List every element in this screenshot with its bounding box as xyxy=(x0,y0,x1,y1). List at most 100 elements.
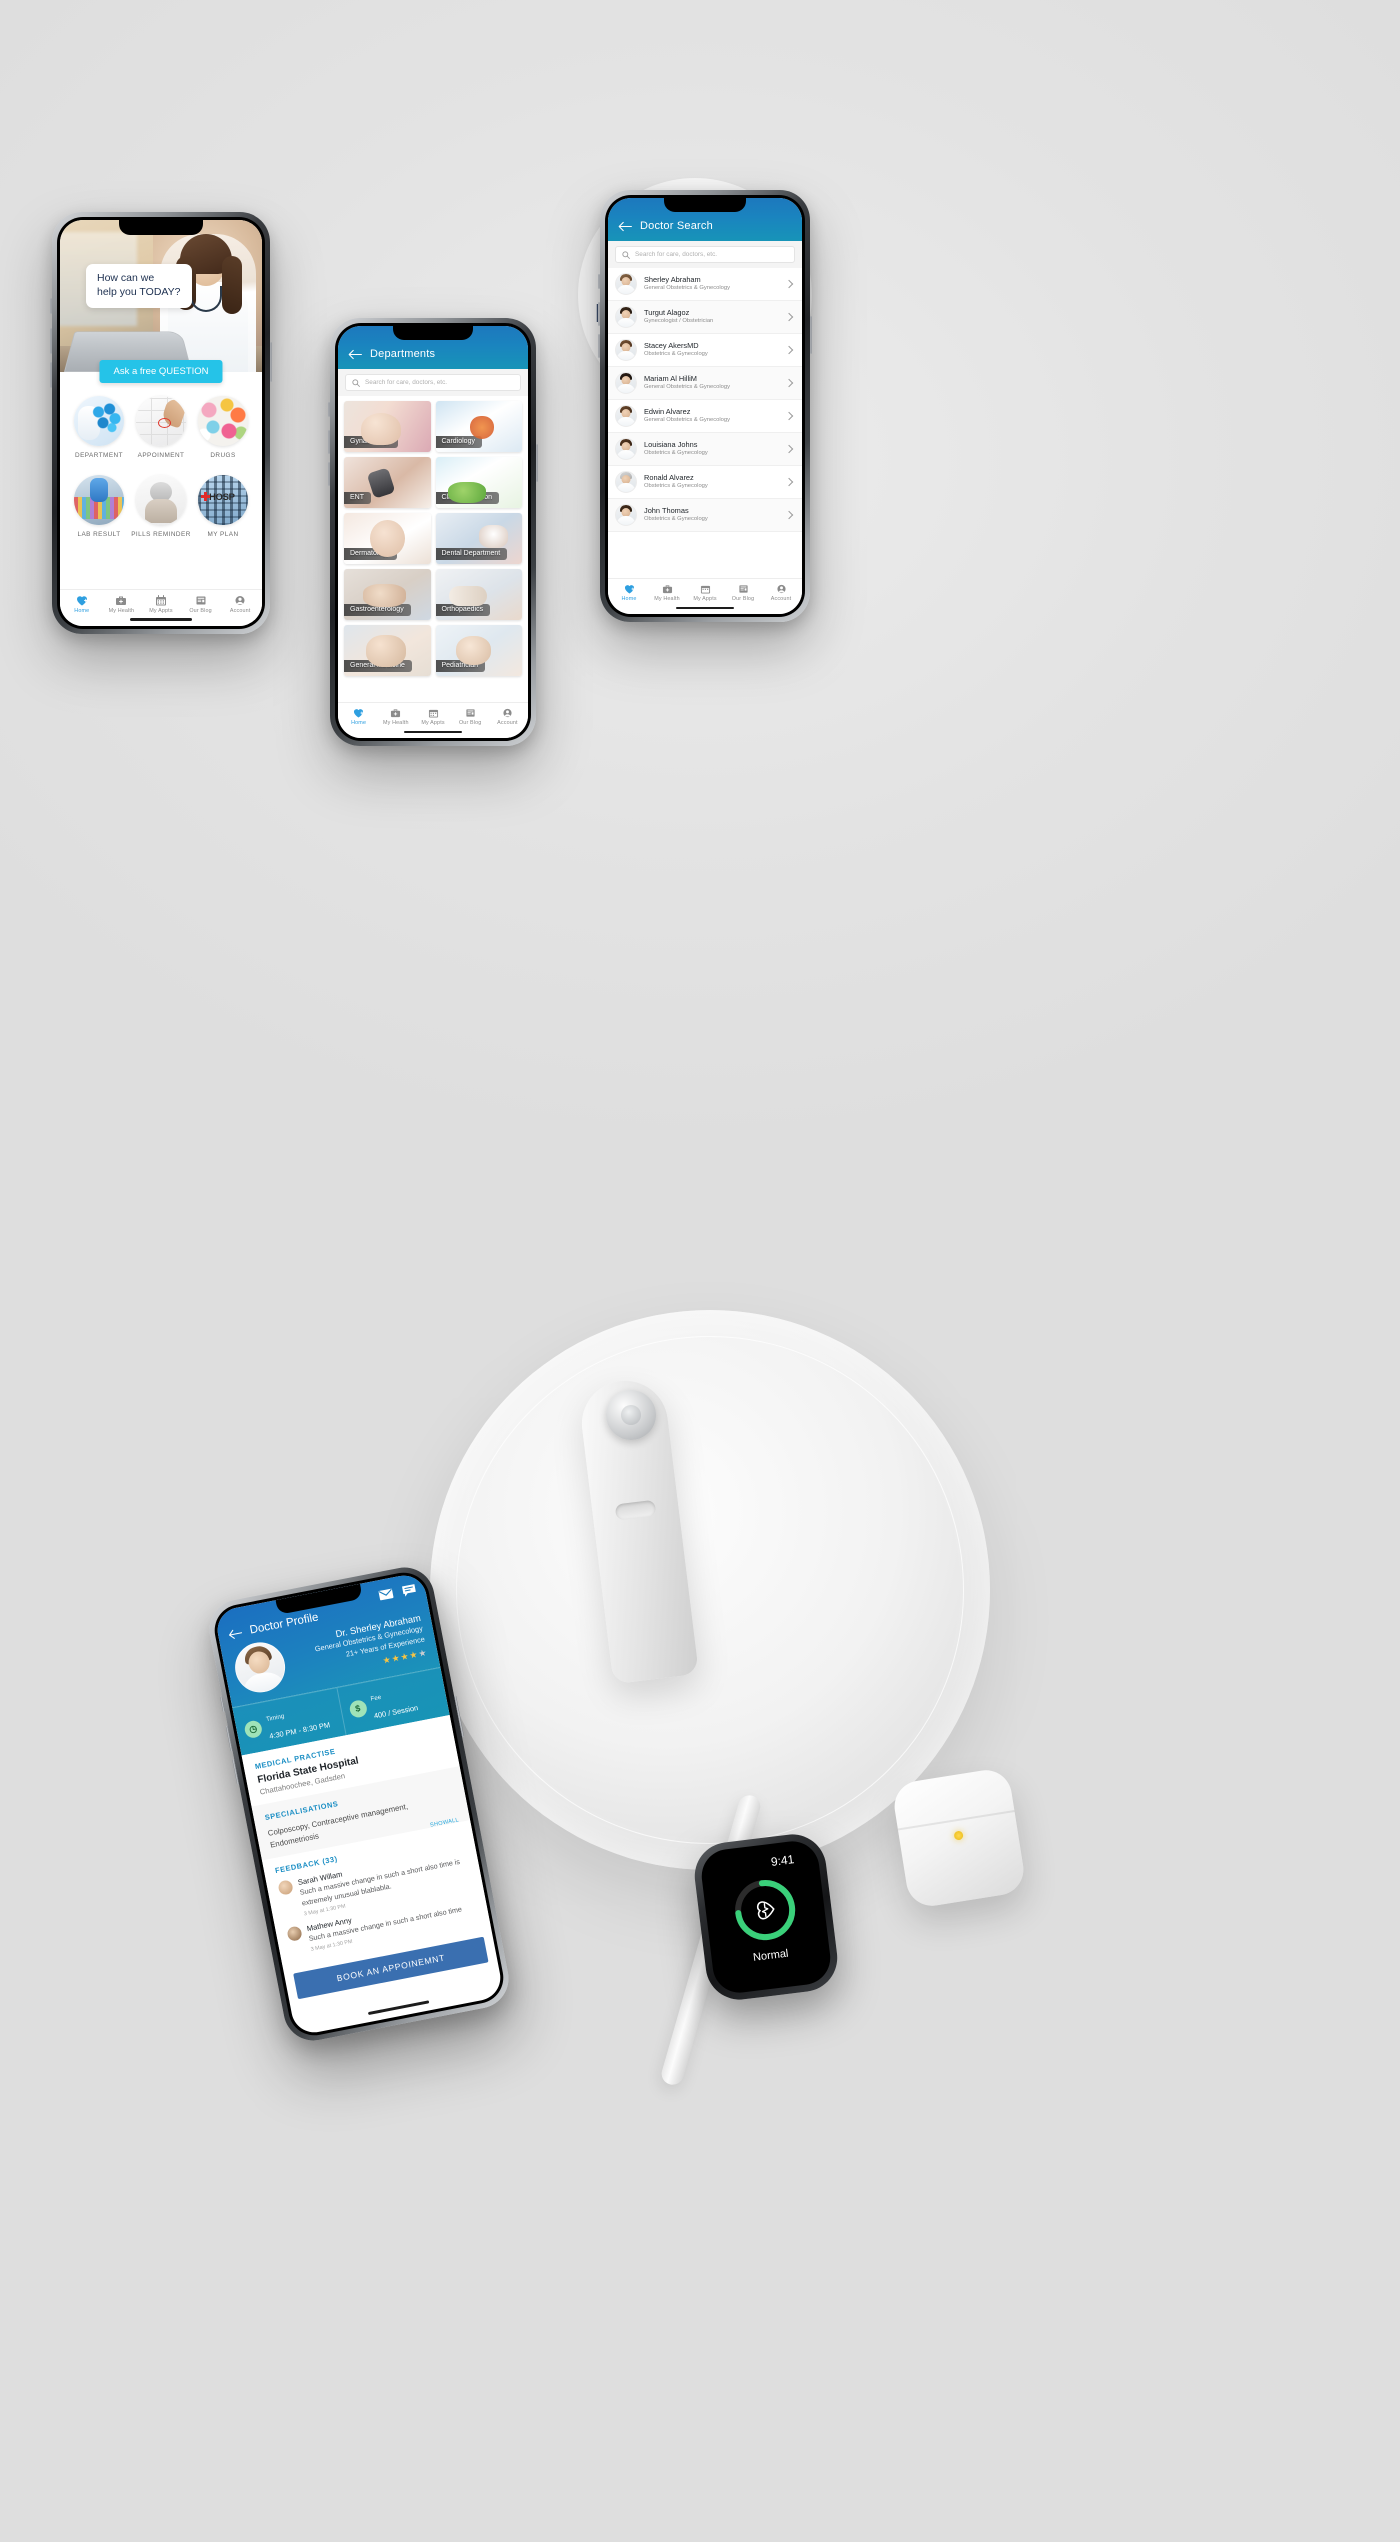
volume-up-button[interactable] xyxy=(598,302,600,326)
department-tile[interactable]: Cardiology xyxy=(435,401,522,452)
doctor-list-item[interactable]: Louisiana Johns Obstetrics & Gynecology xyxy=(608,433,802,466)
doctor-list-item[interactable]: Edwin Alvarez General Obstetrics & Gyneco… xyxy=(608,400,802,433)
search-input[interactable]: Search for care, doctors, etc. xyxy=(615,246,795,263)
search-input[interactable]: Search for care, doctors, etc. xyxy=(345,374,521,391)
department-name: Cardiology xyxy=(435,435,482,448)
doctor-name: Turgut Alagoz xyxy=(644,308,690,318)
mute-switch[interactable] xyxy=(50,298,52,314)
volume-up-button[interactable] xyxy=(50,328,52,354)
calendar-icon xyxy=(136,396,186,446)
tab-home[interactable]: Home xyxy=(62,595,102,614)
chevron-right-icon xyxy=(784,279,794,289)
tab-my-health[interactable]: My Health xyxy=(377,708,414,726)
heart-activity-icon xyxy=(728,1873,802,1947)
doctor-list-item[interactable]: Turgut Alagoz Gynecologist / Obstetrician xyxy=(608,301,802,334)
search-icon xyxy=(352,378,360,387)
department-tile[interactable]: ENT xyxy=(344,457,431,508)
tab-my-appts[interactable]: My Appts xyxy=(686,584,724,602)
shortcut-drugs[interactable]: DRUGS xyxy=(192,396,254,459)
department-tile[interactable]: Gastroenterology xyxy=(344,569,431,620)
tab-our-blog[interactable]: Our Blog xyxy=(724,584,762,602)
shortcut-department[interactable]: DEPARTMENT xyxy=(68,396,130,459)
tab-my-appts[interactable]: My Appts xyxy=(141,594,181,614)
account-icon xyxy=(776,584,786,593)
avatar xyxy=(615,471,637,493)
power-button[interactable] xyxy=(270,342,272,382)
doctor-specialty: Obstetrics & Gynecology xyxy=(644,516,708,523)
tab-my-appts[interactable]: My Appts xyxy=(414,708,451,726)
department-name: General Medicine xyxy=(344,659,412,672)
shortcut-label: DRUGS xyxy=(210,452,236,459)
shortcut-my-plan[interactable]: MY PLAN xyxy=(192,475,254,538)
chevron-right-icon xyxy=(784,345,794,355)
doctor-specialty: Gynecologist / Obstetrician xyxy=(644,318,714,325)
shortcut-label: DEPARTMENT xyxy=(75,452,123,459)
avatar xyxy=(615,504,637,526)
doctor-list-item[interactable]: Stacey AkersMD Obstetrics & Gynecology xyxy=(608,334,802,367)
volume-down-button[interactable] xyxy=(598,334,600,358)
hospital-icon xyxy=(198,475,248,525)
tab-our-blog[interactable]: Our Blog xyxy=(452,708,489,726)
medical-bag-icon xyxy=(391,708,401,717)
shortcut-lab-result[interactable]: LAB RESULT xyxy=(68,475,130,538)
account-icon xyxy=(503,708,512,717)
tab-label: My Appts xyxy=(693,596,717,602)
department-name: Dental Department xyxy=(435,547,508,560)
back-arrow-icon[interactable] xyxy=(618,221,632,232)
doctor-list-item[interactable]: Sherley Abraham General Obstetrics & Gyne… xyxy=(608,268,802,301)
department-tile[interactable]: General Medicine xyxy=(344,625,431,676)
greeting-bubble: How can we help you TODAY? xyxy=(86,264,193,308)
back-arrow-icon[interactable] xyxy=(348,349,362,360)
phone-doctor-search-screen: Doctor Search Search for care, doctors, … xyxy=(598,190,812,622)
medical-bag-icon xyxy=(116,596,127,605)
calendar-icon xyxy=(700,585,710,594)
avatar xyxy=(286,1925,303,1942)
tab-account[interactable]: Account xyxy=(489,708,526,726)
smartwatch: 9:41 Normal xyxy=(690,1830,842,2004)
power-button[interactable] xyxy=(536,444,538,482)
department-tile[interactable]: Dermatology xyxy=(344,513,431,564)
department-tile[interactable]: Orthopaedics xyxy=(435,569,522,620)
hero-image: How can we help you TODAY? xyxy=(60,220,262,372)
doctor-avatar xyxy=(230,1638,290,1697)
department-tile[interactable]: Gynaecology xyxy=(344,401,431,452)
search-placeholder: Search for care, doctors, etc. xyxy=(635,251,718,258)
tab-account[interactable]: Account xyxy=(220,595,260,614)
avatar xyxy=(615,405,637,427)
department-name: Pediatrician xyxy=(435,659,486,672)
back-arrow-icon[interactable] xyxy=(227,1627,243,1640)
mail-icon[interactable] xyxy=(378,1588,395,1602)
department-tile[interactable]: Dental Department xyxy=(435,513,522,564)
doctor-list-item[interactable]: John Thomas Obstetrics & Gynecology xyxy=(608,499,802,532)
dollar-icon: $ xyxy=(347,1698,368,1719)
doctor-list-item[interactable]: Mariam Al HilliM General Obstetrics & Gyn… xyxy=(608,367,802,400)
tab-our-blog[interactable]: Our Blog xyxy=(181,595,221,614)
department-tile[interactable]: Pediatrician xyxy=(435,625,522,676)
shortcut-pills-reminder[interactable]: PILLS REMINDER xyxy=(130,475,192,538)
power-button[interactable] xyxy=(810,316,812,354)
volume-down-button[interactable] xyxy=(50,362,52,388)
watch-status-label: Normal xyxy=(752,1947,790,1964)
department-tile[interactable]: Clinical Nutrition xyxy=(435,457,522,508)
chevron-right-icon xyxy=(784,312,794,322)
doctor-specialty: General Obstetrics & Gynecology xyxy=(644,417,731,424)
tab-label: Home xyxy=(74,608,90,614)
chevron-right-icon xyxy=(784,411,794,421)
earbuds-case xyxy=(890,1766,1028,1910)
shortcut-appointment[interactable]: APPOINMENT xyxy=(130,396,192,459)
tab-my-health[interactable]: My Health xyxy=(102,595,142,614)
tab-home[interactable]: Home xyxy=(610,584,648,602)
tab-account[interactable]: Account xyxy=(762,584,800,602)
watch-band-pin xyxy=(606,1390,656,1440)
doctor-list-item[interactable]: Ronald Alvarez Obstetrics & Gynecology xyxy=(608,466,802,499)
mute-switch[interactable] xyxy=(598,274,600,289)
tab-my-health[interactable]: My Health xyxy=(648,584,686,602)
medical-bag-icon xyxy=(662,584,672,593)
volume-up-button[interactable] xyxy=(328,430,330,454)
notch xyxy=(393,326,473,340)
tab-home[interactable]: Home xyxy=(340,708,377,726)
ask-free-question-button[interactable]: Ask a free QUESTION xyxy=(99,360,223,383)
avatar xyxy=(615,273,637,295)
volume-down-button[interactable] xyxy=(328,462,330,486)
mute-switch[interactable] xyxy=(328,402,330,417)
